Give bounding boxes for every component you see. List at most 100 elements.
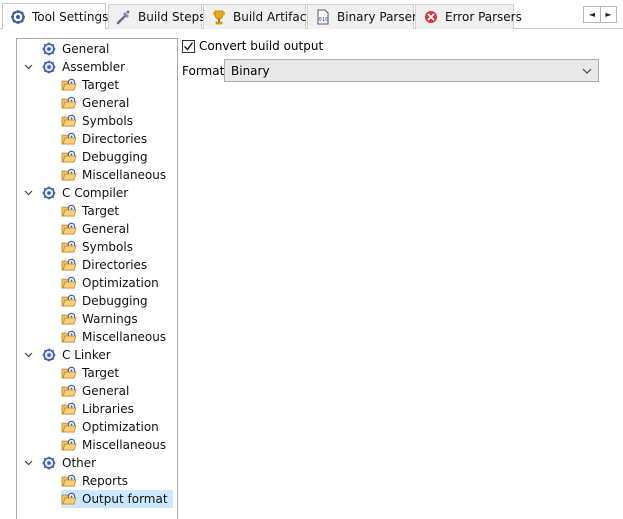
format-select[interactable]: Binary xyxy=(224,59,599,82)
tree-item-label: Miscellaneous xyxy=(82,438,167,452)
tree-item-label: Output format xyxy=(82,492,168,506)
tool-gear-icon xyxy=(41,347,61,363)
tree-item[interactable]: Miscellaneous xyxy=(17,166,177,184)
settings-folder-icon xyxy=(61,167,81,183)
tab-scroll-left-button[interactable]: ◄ xyxy=(584,7,600,22)
settings-folder-icon xyxy=(61,131,81,147)
tree-item-label: C Compiler xyxy=(62,186,129,200)
tree-item-content: Directories xyxy=(61,130,152,148)
tree-item[interactable]: Target xyxy=(17,364,177,382)
chevron-down-icon xyxy=(576,68,598,74)
settings-folder-icon xyxy=(61,419,81,435)
tool-gear-icon xyxy=(41,455,61,471)
tree-item-label: Target xyxy=(82,366,120,380)
settings-folder-icon xyxy=(61,383,81,399)
tree-item-content: C Linker xyxy=(41,346,116,364)
tree-item-content: Optimization xyxy=(61,274,164,292)
tree-item[interactable]: C Linker xyxy=(17,346,177,364)
settings-folder-icon xyxy=(61,365,81,381)
tree-item[interactable]: Miscellaneous xyxy=(17,328,177,346)
tree-item-content: Optimization xyxy=(61,418,164,436)
tab-build-steps[interactable]: Build Steps xyxy=(108,4,206,29)
tree-item[interactable]: Symbols xyxy=(17,112,177,130)
chevron-down-icon[interactable] xyxy=(23,350,33,360)
convert-build-output-checkbox[interactable] xyxy=(182,39,195,53)
convert-build-output-option[interactable]: Convert build output xyxy=(182,37,323,55)
settings-folder-icon xyxy=(61,113,81,129)
svg-text:010: 010 xyxy=(319,17,329,23)
tree-item[interactable]: General xyxy=(17,382,177,400)
tree-item-content: Symbols xyxy=(61,238,138,256)
settings-folder-icon xyxy=(61,491,81,507)
tab-label: Binary Parsers xyxy=(337,10,424,24)
tree-item-content: Target xyxy=(61,202,124,220)
tree-item-content: Libraries xyxy=(61,400,139,418)
format-label: Format xyxy=(182,64,225,78)
tree-item-content: General xyxy=(41,40,114,58)
tree-item-content: Symbols xyxy=(61,112,138,130)
tree-item[interactable]: Target xyxy=(17,202,177,220)
build-steps-icon xyxy=(116,10,130,25)
tree-item[interactable]: Libraries xyxy=(17,400,177,418)
build-artifact-icon xyxy=(213,10,225,25)
chevron-down-icon[interactable] xyxy=(23,62,33,72)
tree-item-content: Debugging xyxy=(61,148,153,166)
tree-item-content: Directories xyxy=(61,256,152,274)
settings-folder-icon xyxy=(61,437,81,453)
tree-item-content: Miscellaneous xyxy=(61,436,171,454)
settings-folder-icon xyxy=(61,95,81,111)
tree-item[interactable]: Other xyxy=(17,454,177,472)
tree-item[interactable]: Reports xyxy=(17,472,177,490)
tree-item[interactable]: General xyxy=(17,220,177,238)
tree-item[interactable]: Debugging xyxy=(17,148,177,166)
tab-label: Build Steps xyxy=(138,10,206,24)
tree-item[interactable]: Target xyxy=(17,76,177,94)
settings-folder-icon xyxy=(61,293,81,309)
checkmark-icon xyxy=(184,41,194,51)
error-parsers-icon xyxy=(425,11,437,23)
tree-item[interactable]: Optimization xyxy=(17,274,177,292)
tab-scroll-buttons: ◄ ► xyxy=(583,6,617,23)
tree-item[interactable]: Directories xyxy=(17,130,177,148)
tree-item-content: Other xyxy=(41,454,101,472)
chevron-down-icon[interactable] xyxy=(23,458,33,468)
settings-folder-icon xyxy=(61,275,81,291)
tree-item-label: Symbols xyxy=(82,114,133,128)
tab-label: Error Parsers xyxy=(445,10,522,24)
tree-item-label: Libraries xyxy=(82,402,134,416)
tree-item-label: General xyxy=(82,222,130,236)
tab-build-artifact[interactable]: Build Artifact xyxy=(203,4,311,29)
settings-folder-icon xyxy=(61,401,81,417)
tab-error-parsers[interactable]: Error Parsers xyxy=(415,4,522,29)
tree-item[interactable]: Miscellaneous xyxy=(17,436,177,454)
convert-build-output-label: Convert build output xyxy=(199,39,324,53)
tab-label: Tool Settings xyxy=(32,9,109,24)
tree-item[interactable]: Warnings xyxy=(17,310,177,328)
tree-item-label: Debugging xyxy=(82,294,148,308)
tree-item[interactable]: Debugging xyxy=(17,292,177,310)
tree-item[interactable]: Optimization xyxy=(17,418,177,436)
tree-item-label: General xyxy=(82,384,130,398)
tab-scroll-right-button[interactable]: ► xyxy=(599,7,616,22)
tree-item[interactable]: Symbols xyxy=(17,238,177,256)
tab-tool-settings[interactable]: Tool Settings xyxy=(2,3,109,29)
tool-gear-icon xyxy=(41,185,61,201)
format-select-value: Binary xyxy=(231,63,270,78)
tree-item[interactable]: C Compiler xyxy=(17,184,177,202)
settings-folder-icon xyxy=(61,329,81,345)
tab-binary-parsers[interactable]: 010 Binary Parsers xyxy=(307,4,423,29)
tree-item[interactable]: General xyxy=(17,40,177,58)
tree-item-label: Debugging xyxy=(82,150,148,164)
chevron-down-icon[interactable] xyxy=(23,188,33,198)
tree-item[interactable]: Directories xyxy=(17,256,177,274)
binary-parsers-icon: 010 xyxy=(317,9,329,25)
tree-item[interactable]: General xyxy=(17,94,177,112)
tree-item-label: Directories xyxy=(82,258,148,272)
tree-item-content: C Compiler xyxy=(41,184,133,202)
tool-gear-icon xyxy=(41,41,61,57)
tree-item[interactable]: Output format xyxy=(17,490,177,508)
tree-item-content: Reports xyxy=(61,472,133,490)
tree-item[interactable]: Assembler xyxy=(17,58,177,76)
settings-tree[interactable]: General Assembler Target General Symbols Dire… xyxy=(16,38,178,519)
tree-item-label: Warnings xyxy=(82,312,138,326)
